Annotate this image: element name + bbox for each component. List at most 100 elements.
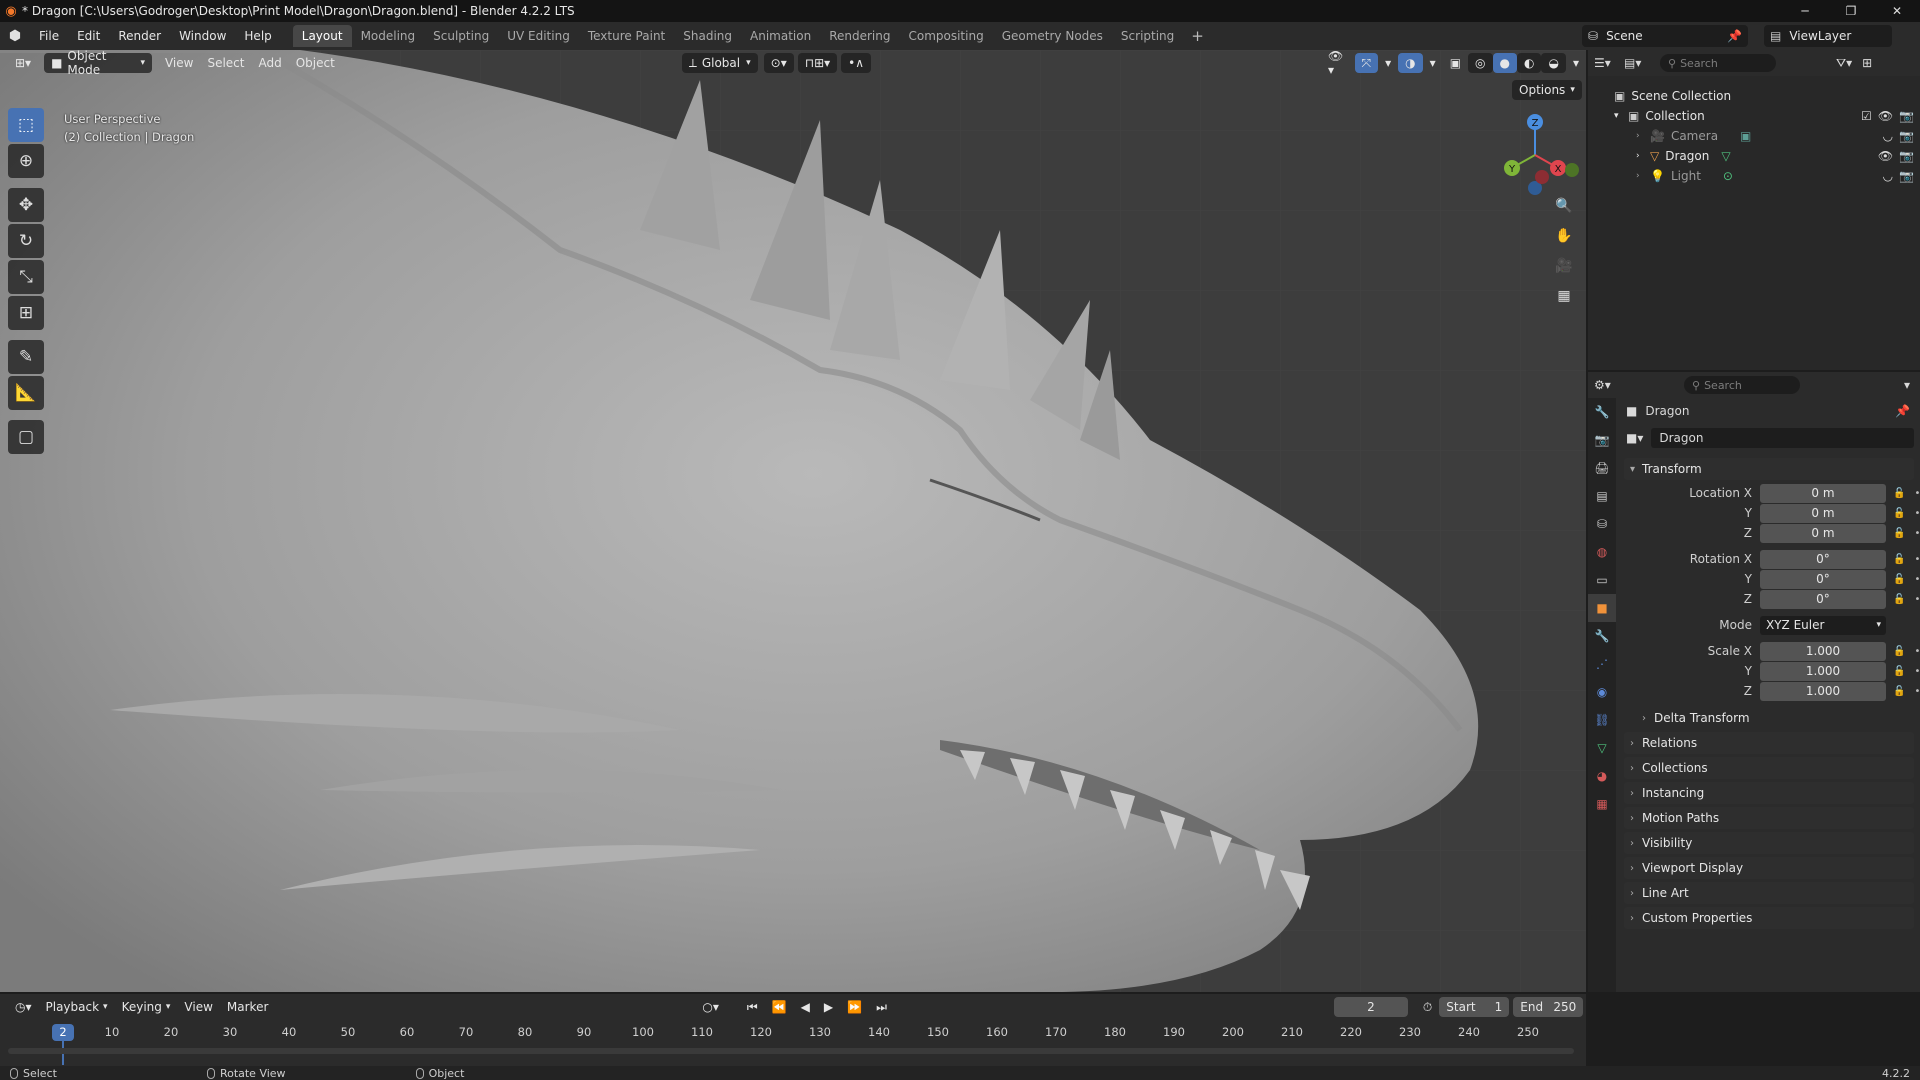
data-tab-icon[interactable]: ▽ [1588,734,1616,762]
scale-y-field[interactable]: 1.000 [1760,661,1886,681]
output-tab-icon[interactable]: 🖨 [1588,454,1616,482]
lock-icon[interactable]: 🔓 [1893,594,1905,605]
wireframe-shading-icon[interactable]: ◎ [1468,53,1493,73]
relations-panel-header[interactable]: › Relations [1624,732,1914,754]
tab-shading[interactable]: Shading [674,25,741,47]
constraints-tab-icon[interactable]: ⛓ [1588,706,1616,734]
view-layer-tab-icon[interactable]: ▤ [1588,482,1616,510]
lock-icon[interactable]: 🔓 [1893,574,1905,585]
cursor-tool-icon[interactable]: ⊕ [8,144,44,178]
object-type-icon[interactable]: ■▾ [1626,431,1643,445]
tab-scripting[interactable]: Scripting [1112,25,1183,47]
preview-range-icon[interactable]: ⏱ [1416,997,1439,1017]
lock-icon[interactable]: 🔓 [1893,666,1905,677]
camera-view-icon[interactable]: 🎥 [1550,252,1578,280]
menu-marker[interactable]: Marker [220,997,275,1017]
instancing-panel-header[interactable]: › Instancing [1624,782,1914,804]
keyframe-icon[interactable]: • [1914,574,1920,585]
add-workspace-button[interactable]: + [1183,27,1212,45]
menu-help[interactable]: Help [235,22,280,50]
auto-keying-icon[interactable]: ○▾ [695,997,726,1017]
menu-object[interactable]: Object [289,53,342,73]
camera-render-icon[interactable]: 📷 [1899,109,1914,123]
rotation-x-field[interactable]: 0° [1760,549,1886,569]
gizmo-toggle-icon[interactable]: ⤧ [1354,53,1379,73]
rotation-mode-dropdown[interactable]: XYZ Euler ▾ [1760,615,1886,635]
shading-menu-icon[interactable]: ▾ [1566,53,1586,73]
properties-search-input[interactable]: ⚲ Search [1684,376,1800,394]
tab-rendering[interactable]: Rendering [820,25,899,47]
rendered-shading-icon[interactable]: ◒ [1541,53,1566,73]
camera-render-icon[interactable]: 📷 [1899,149,1914,163]
keyframe-icon[interactable]: • [1914,488,1920,499]
scene-tab-icon[interactable]: ⛁ [1588,510,1616,538]
overlay-toggle-icon[interactable]: ◑ [1398,53,1423,73]
material-shading-icon[interactable]: ◐ [1517,53,1542,73]
motion-paths-panel-header[interactable]: › Motion Paths [1624,807,1914,829]
physics-tab-icon[interactable]: ◉ [1588,678,1616,706]
tab-compositing[interactable]: Compositing [899,25,992,47]
menu-playback[interactable]: Playback ▾ [39,997,115,1017]
menu-edit[interactable]: Edit [68,22,109,50]
options-button[interactable]: Options ▾ [1512,80,1582,100]
current-frame-field[interactable]: 2 [1333,997,1408,1017]
close-button[interactable]: ✕ [1874,0,1920,22]
location-y-field[interactable]: 0 m [1760,503,1886,523]
editor-type-icon[interactable]: ⊞▾ [8,53,38,73]
rotation-z-field[interactable]: 0° [1760,589,1886,609]
navigation-gizmo[interactable]: Z Y X [1490,110,1580,200]
collection-row[interactable]: ▾ ▣ Collection ☑ 👁 📷 [1588,106,1920,126]
keyframe-icon[interactable]: • [1914,528,1920,539]
menu-render[interactable]: Render [109,22,170,50]
pin-icon[interactable]: 📌 [1895,404,1910,418]
start-frame-field[interactable]: Start 1 [1439,997,1510,1017]
lock-icon[interactable]: 🔓 [1893,488,1905,499]
scene-collection-row[interactable]: ▣ Scene Collection [1588,86,1920,106]
lock-icon[interactable]: 🔓 [1893,554,1905,565]
solid-shading-icon[interactable]: ● [1492,53,1517,73]
camera-render-icon[interactable]: 📷 [1899,169,1914,183]
keyframe-icon[interactable]: • [1914,554,1920,565]
orientation-selector[interactable]: ⟂ Global ▾ [681,53,758,73]
view-layer-selector[interactable]: ▤ ViewLayer [1764,25,1892,47]
jump-keyframe-forward-icon[interactable]: ⏩ [840,997,869,1017]
scale-tool-icon[interactable]: ⤡ [8,260,44,294]
tab-modeling[interactable]: Modeling [352,25,425,47]
add-cube-tool-icon[interactable]: ▢ [8,420,44,454]
xray-icon[interactable]: ▣ [1443,53,1468,73]
transform-tool-icon[interactable]: ⊞ [8,296,44,330]
play-icon[interactable]: ▶ [817,997,840,1017]
chevron-right-icon[interactable]: › [1636,131,1650,141]
pan-hand-icon[interactable]: ✋ [1550,222,1578,250]
camera-render-icon[interactable]: 📷 [1899,129,1914,143]
outliner-item-camera[interactable]: › 🎥 Camera ▣ ◡ 📷 [1588,126,1920,146]
timeline-scrollbar[interactable] [8,1048,1574,1054]
tab-geometry-nodes[interactable]: Geometry Nodes [993,25,1112,47]
restore-button[interactable]: ❐ [1828,0,1874,22]
object-tab-icon[interactable]: ■ [1588,594,1616,622]
chevron-right-icon[interactable]: › [1636,151,1650,161]
menu-add[interactable]: Add [251,53,288,73]
tab-layout[interactable]: Layout [292,25,352,47]
rotate-tool-icon[interactable]: ↻ [8,224,44,258]
visibility-panel-header[interactable]: › Visibility [1624,832,1914,854]
menu-select[interactable]: Select [200,53,251,73]
tab-texture-paint[interactable]: Texture Paint [579,25,674,47]
menu-view[interactable]: View [158,53,200,73]
outliner-editor-icon[interactable]: ☰▾ [1594,56,1624,70]
render-tab-icon[interactable]: 📷 [1588,426,1616,454]
location-z-field[interactable]: 0 m [1760,523,1886,543]
tab-uv-editing[interactable]: UV Editing [498,25,579,47]
end-frame-field[interactable]: End 250 [1513,997,1584,1017]
scale-z-field[interactable]: 1.000 [1760,681,1886,701]
tab-animation[interactable]: Animation [741,25,820,47]
eye-closed-icon[interactable]: ◡ [1883,169,1893,183]
location-x-field[interactable]: 0 m [1760,483,1886,503]
outliner-item-light[interactable]: › 💡 Light ⊙ ◡ 📷 [1588,166,1920,186]
select-box-tool-icon[interactable]: ⬚ [8,108,44,142]
transform-panel-header[interactable]: ▾ Transform [1624,458,1914,480]
line-art-panel-header[interactable]: › Line Art [1624,882,1914,904]
move-tool-icon[interactable]: ✥ [8,188,44,222]
collection-tab-icon[interactable]: ▭ [1588,566,1616,594]
jump-end-icon[interactable]: ⏭ [869,997,894,1017]
